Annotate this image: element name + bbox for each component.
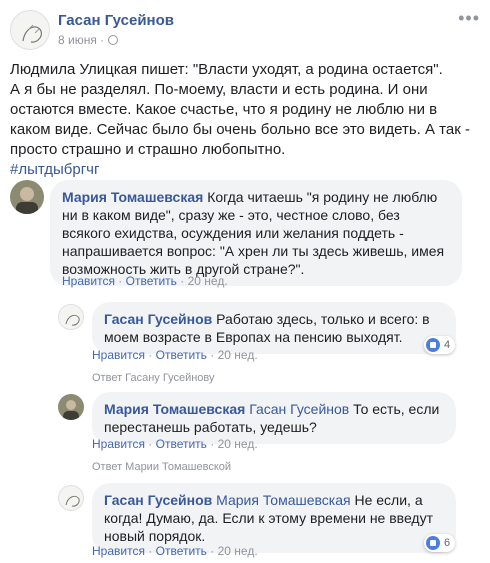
reaction-number: 4 — [444, 339, 451, 351]
reply-avatar[interactable] — [58, 394, 84, 420]
comment-author[interactable]: Мария Томашевская — [62, 189, 203, 205]
like-link[interactable]: Нравится — [92, 544, 145, 558]
like-link[interactable]: Нравится — [62, 274, 115, 288]
comment-time[interactable]: 20 нед. — [188, 274, 228, 288]
post-author-avatar[interactable] — [10, 10, 50, 50]
post-body: Людмила Улицкая пишет: "Власти уходят, а… — [10, 60, 480, 180]
like-link[interactable]: Нравится — [92, 437, 145, 451]
comment-author[interactable]: Мария Томашевская — [104, 401, 245, 417]
comment-time[interactable]: 20 нед. — [218, 348, 258, 362]
reply-link[interactable]: Ответить — [156, 544, 207, 558]
comment-time[interactable]: 20 нед. — [218, 544, 258, 558]
post-meta: 8 июня · — [58, 33, 119, 47]
reply-link[interactable]: Ответить — [126, 274, 177, 288]
post-author-name[interactable]: Гасан Гусейнов — [58, 12, 174, 29]
more-options-icon[interactable]: ••• — [458, 8, 480, 29]
avatar-sketch-icon — [59, 305, 83, 329]
post-date[interactable]: 8 июня · — [58, 33, 104, 47]
post-hashtag[interactable]: #лытдыбргчг — [10, 160, 480, 180]
reply-bubble: Гасан Гусейнов Работаю здесь, только и в… — [92, 302, 456, 354]
reply-to-label: Ответ Гасану Гусейнову — [92, 372, 215, 384]
reaction-count[interactable]: 6 — [424, 534, 456, 552]
like-reaction-icon — [426, 536, 440, 550]
comment-author[interactable]: Гасан Гусейнов — [104, 311, 212, 327]
comment-actions: Нравится · Ответить · 20 нед. — [92, 544, 258, 558]
post-paragraph: Людмила Улицкая пишет: "Власти уходят, а… — [10, 61, 443, 78]
reply-to-label: Ответ Марии Томашевской — [92, 461, 232, 473]
comment-mention[interactable]: Гасан Гусейнов — [249, 401, 349, 417]
reaction-count[interactable]: 4 — [424, 336, 456, 354]
comment-time[interactable]: 20 нед. — [218, 437, 258, 451]
globe-icon — [108, 35, 119, 45]
comment-bubble: Мария Томашевская Когда читаешь "я родин… — [50, 180, 462, 286]
comment-actions: Нравится · Ответить · 20 нед. — [92, 437, 258, 451]
reply-avatar[interactable] — [58, 485, 84, 511]
comment-actions: Нравится · Ответить · 20 нед. — [62, 274, 228, 288]
commenter-avatar[interactable] — [10, 180, 44, 214]
comment-mention[interactable]: Мария Томашевская — [216, 492, 350, 508]
reply-bubble: Гасан Гусейнов Мария Томашевская Не если… — [92, 483, 456, 553]
reply-link[interactable]: Ответить — [156, 437, 207, 451]
avatar-sketch-icon — [59, 486, 83, 510]
like-link[interactable]: Нравится — [92, 348, 145, 362]
avatar-sketch-icon — [11, 11, 49, 49]
reply-avatar[interactable] — [58, 304, 84, 330]
like-reaction-icon — [426, 338, 440, 352]
comment-author[interactable]: Гасан Гусейнов — [104, 492, 212, 508]
avatar-photo-icon — [10, 180, 44, 214]
comment-actions: Нравится · Ответить · 20 нед. — [92, 348, 258, 362]
avatar-photo-icon — [58, 394, 84, 420]
reaction-number: 6 — [444, 537, 451, 549]
post-paragraph: А я бы не разделял. По-моему, власти и е… — [10, 81, 470, 158]
reply-link[interactable]: Ответить — [156, 348, 207, 362]
